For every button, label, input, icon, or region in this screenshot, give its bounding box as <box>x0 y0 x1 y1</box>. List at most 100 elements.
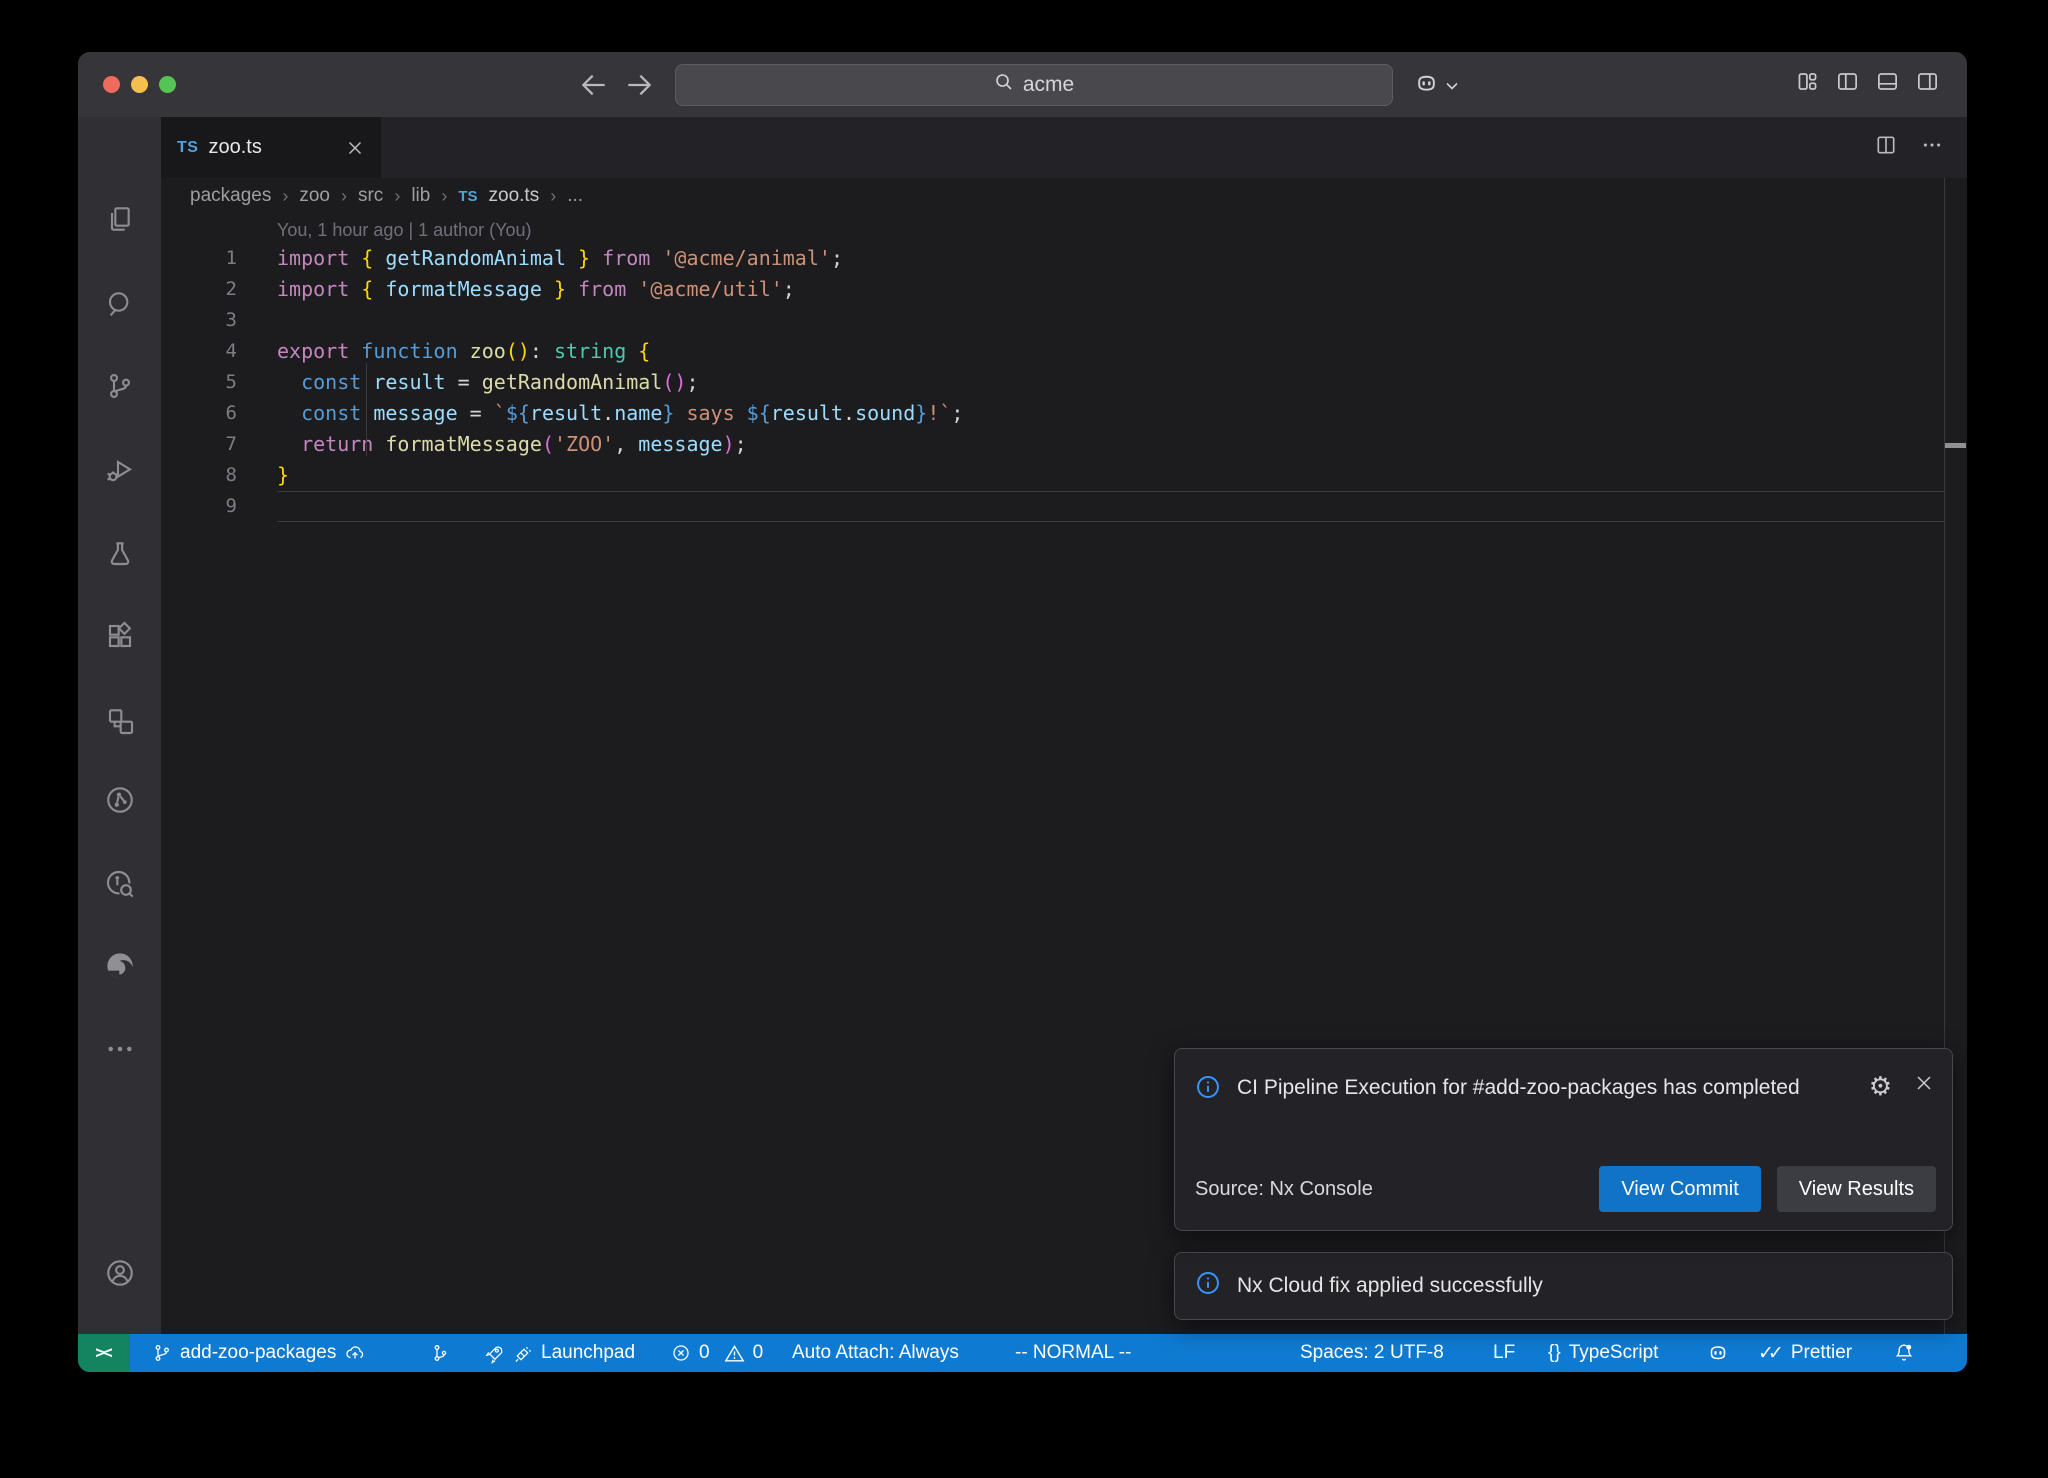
launchpad-status-item[interactable]: Launchpad <box>483 1334 635 1372</box>
vim-mode-status-item[interactable]: -- NORMAL -- <box>1015 1334 1131 1372</box>
chevron-right-icon: › <box>550 186 556 207</box>
search-icon[interactable] <box>104 288 136 320</box>
nx-console-icon[interactable] <box>104 784 136 816</box>
bell-icon <box>1893 1342 1915 1364</box>
overview-ruler-mark <box>1945 443 1966 448</box>
remote-icon: >< <box>95 1343 109 1363</box>
more-icon[interactable] <box>104 1033 136 1065</box>
chevron-down-icon <box>1446 77 1458 95</box>
line-number: 8 <box>161 460 237 491</box>
panel-left-icon[interactable] <box>1836 70 1859 93</box>
customize-layout-icon[interactable] <box>1796 70 1819 93</box>
commit-graph-status-item[interactable] <box>430 1334 450 1372</box>
tab-zoo-ts[interactable]: TS zoo.ts <box>161 117 381 178</box>
code-line-8[interactable]: 8} <box>161 460 1967 491</box>
code-line-4[interactable]: 4export function zoo(): string { <box>161 336 1967 367</box>
breadcrumb: packages › zoo › src › lib › TS zoo.ts ›… <box>161 178 1967 214</box>
double-check-icon: ✓✓ <box>1758 1342 1783 1365</box>
testing-icon[interactable] <box>104 538 136 570</box>
blame-annotation: You, 1 hour ago | 1 author (You) <box>161 218 1967 243</box>
notification-toast: Nx Cloud fix applied successfully <box>1174 1252 1953 1320</box>
split-editor-icon[interactable] <box>1875 134 1897 161</box>
line-number: 7 <box>161 429 237 460</box>
code-line-9[interactable]: 9 <box>161 491 1967 522</box>
panel-right-icon[interactable] <box>1916 70 1939 93</box>
line-number: 6 <box>161 398 237 429</box>
launchpad-label: Launchpad <box>541 1342 635 1364</box>
indentation-status-item[interactable]: Spaces: 2 <box>1300 1334 1385 1372</box>
branch-name: add-zoo-packages <box>180 1342 336 1364</box>
line-number: 3 <box>161 305 237 336</box>
info-icon <box>1195 1270 1221 1302</box>
warning-count: 0 <box>753 1342 764 1364</box>
gitlens-icon[interactable] <box>104 868 136 900</box>
rocket-icon <box>483 1343 504 1364</box>
commit-graph-icon <box>430 1343 450 1363</box>
panel-bottom-icon[interactable] <box>1876 70 1899 93</box>
problems-status-item[interactable]: 0 0 <box>671 1334 763 1372</box>
forward-arrow-icon[interactable] <box>623 69 655 101</box>
extensions-icon[interactable] <box>104 620 136 652</box>
breadcrumb-item[interactable]: zoo <box>299 185 330 207</box>
breadcrumb-file[interactable]: zoo.ts <box>489 185 540 207</box>
view-commit-button[interactable]: View Commit <box>1599 1166 1760 1212</box>
close-tab-icon[interactable] <box>345 138 365 158</box>
copilot-status-item[interactable] <box>1706 1334 1730 1372</box>
breadcrumb-item[interactable]: packages <box>190 185 271 207</box>
activity-bar: ⚙ <box>78 117 161 1334</box>
prettier-status-item[interactable]: ✓✓ Prettier <box>1758 1334 1852 1372</box>
copilot-menu[interactable] <box>1413 70 1458 102</box>
remote-indicator[interactable]: >< <box>78 1334 130 1372</box>
code-line-7[interactable]: 7 return formatMessage('ZOO', message); <box>161 429 1967 460</box>
code-line-3[interactable]: 3 <box>161 305 1967 336</box>
notification-source: Source: Nx Console <box>1195 1178 1373 1201</box>
line-number: 4 <box>161 336 237 367</box>
traffic-light-close[interactable] <box>103 76 120 93</box>
line-number: 1 <box>161 243 237 274</box>
desktop-background: { "colors": { "status_bar": "#0f7ad1", "… <box>0 0 2048 1478</box>
auto-attach-status-item[interactable]: Auto Attach: Always <box>792 1334 959 1372</box>
breadcrumb-more[interactable]: ... <box>567 185 583 207</box>
notification-message: CI Pipeline Execution for #add-zoo-packa… <box>1237 1071 1800 1105</box>
typescript-file-icon: TS <box>177 139 198 157</box>
code-line-6[interactable]: 6 const message = `${result.name} says $… <box>161 398 1967 429</box>
traffic-light-zoom[interactable] <box>159 76 176 93</box>
close-icon[interactable] <box>1914 1073 1934 1098</box>
view-results-button[interactable]: View Results <box>1777 1166 1936 1212</box>
notifications-bell-item[interactable] <box>1893 1334 1915 1372</box>
error-icon <box>671 1343 691 1363</box>
more-actions-icon[interactable] <box>1921 134 1943 161</box>
remote-explorer-icon[interactable] <box>104 705 136 737</box>
run-debug-icon[interactable] <box>104 454 136 486</box>
accounts-icon[interactable] <box>104 1257 136 1289</box>
code-line-1[interactable]: 1import { getRandomAnimal } from '@acme/… <box>161 243 1967 274</box>
line-number: 2 <box>161 274 237 305</box>
back-arrow-icon[interactable] <box>578 69 610 101</box>
source-control-icon[interactable] <box>104 370 136 402</box>
title-bar: acme <box>78 52 1967 117</box>
command-center-search[interactable]: acme <box>675 64 1393 106</box>
line-number: 5 <box>161 367 237 398</box>
notification-message: Nx Cloud fix applied successfully <box>1237 1274 1543 1298</box>
notification-center: CI Pipeline Execution for #add-zoo-packa… <box>1174 1048 1953 1320</box>
breadcrumb-item[interactable]: src <box>358 185 383 207</box>
code-line-2[interactable]: 2import { formatMessage } from '@acme/ut… <box>161 274 1967 305</box>
code-line-5[interactable]: 5 const result = getRandomAnimal(); <box>161 367 1967 398</box>
search-icon <box>994 72 1014 98</box>
tab-label: zoo.ts <box>208 136 261 159</box>
encoding-status-item[interactable]: UTF-8 <box>1390 1334 1444 1372</box>
explorer-icon[interactable] <box>104 203 136 235</box>
indent-guide <box>366 363 367 456</box>
line-number: 9 <box>161 491 237 522</box>
traffic-light-minimize[interactable] <box>131 76 148 93</box>
typescript-file-icon: TS <box>458 188 477 205</box>
eol-status-item[interactable]: LF <box>1493 1334 1515 1372</box>
notification-toast: CI Pipeline Execution for #add-zoo-packa… <box>1174 1048 1953 1231</box>
chevron-right-icon: › <box>341 186 347 207</box>
breadcrumb-item[interactable]: lib <box>411 185 430 207</box>
info-icon <box>1195 1074 1221 1105</box>
branch-status-item[interactable]: add-zoo-packages <box>152 1334 366 1372</box>
edge-browser-icon[interactable] <box>104 950 136 982</box>
notification-settings-icon[interactable]: ⚙ <box>1869 1074 1892 1098</box>
language-status-item[interactable]: {} TypeScript <box>1548 1334 1658 1372</box>
